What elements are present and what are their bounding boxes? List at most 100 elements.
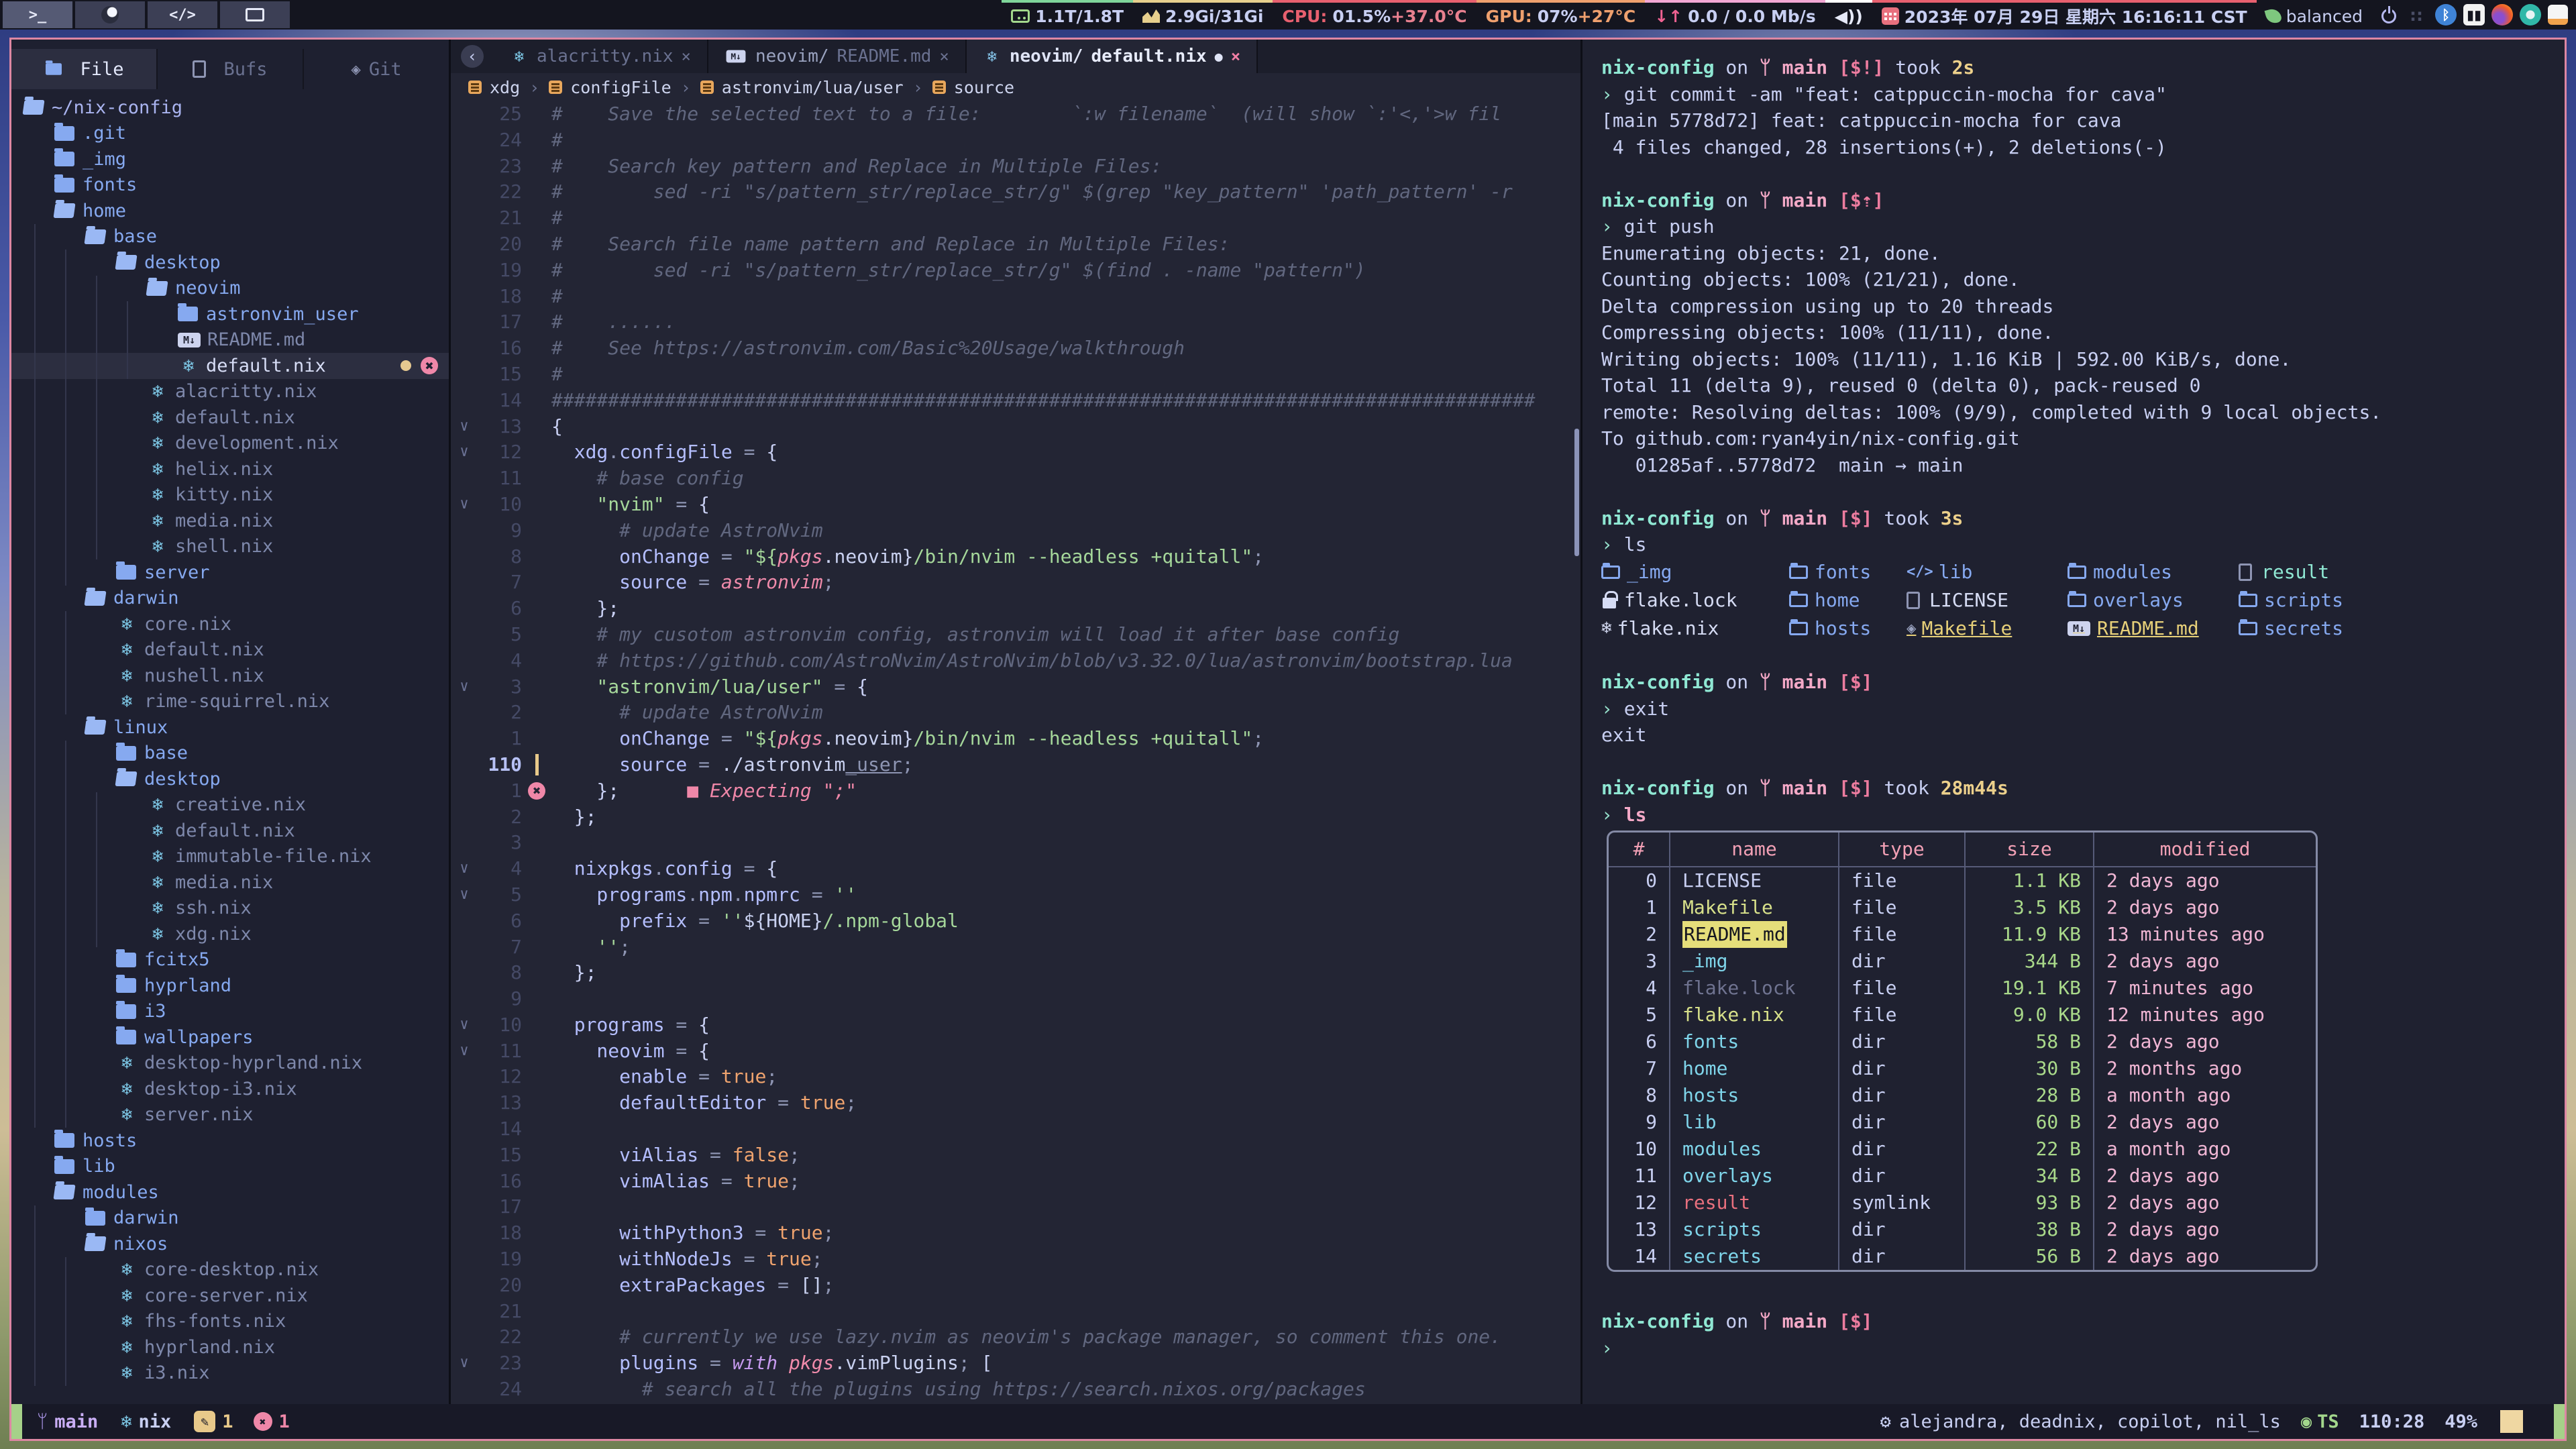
terminal-line: › ls xyxy=(1601,531,2565,558)
ls-entry[interactable]: _img xyxy=(1601,559,1789,586)
tree-item[interactable]: desktop xyxy=(11,250,449,276)
tree-item[interactable]: ❄kitty.nix xyxy=(11,482,449,508)
close-icon[interactable]: × xyxy=(1231,47,1240,66)
tree-item[interactable]: ❄default.nix xyxy=(11,405,449,431)
tree-item[interactable]: ❄hyprland.nix xyxy=(11,1334,449,1360)
ls-entry[interactable]: flake.lock xyxy=(1601,587,1789,614)
breadcrumb-item[interactable]: source xyxy=(932,78,1014,97)
tree-item[interactable]: ❄shell.nix xyxy=(11,534,449,560)
tree-item[interactable]: ❄core-server.nix xyxy=(11,1283,449,1309)
volume-control[interactable]: ◀)) xyxy=(1825,0,1872,30)
ls-entry[interactable]: ◈Makefile xyxy=(1907,615,2068,642)
sidebar-tab-git[interactable]: ◈Git xyxy=(304,49,449,89)
editor-scrollbar[interactable] xyxy=(1574,429,1579,556)
tree-item[interactable]: ❄media.nix xyxy=(11,869,449,896)
battery-icon[interactable] xyxy=(2548,5,2568,25)
breadcrumb-item[interactable]: xdg xyxy=(468,78,520,97)
bluetooth-icon[interactable]: ᛒ xyxy=(2435,4,2457,25)
tree-item[interactable]: neovim xyxy=(11,276,449,302)
tree-item[interactable]: darwin xyxy=(11,1205,449,1232)
ls-entry[interactable]: overlays xyxy=(2068,587,2239,614)
tree-item[interactable]: base xyxy=(11,741,449,767)
tree-item[interactable]: _img xyxy=(11,146,449,172)
editor-tab-alacritty.nix[interactable]: ❄alacritty.nix× xyxy=(494,40,708,73)
tree-item[interactable]: ❄ssh.nix xyxy=(11,896,449,922)
ls-entry[interactable]: home xyxy=(1789,587,1907,614)
tree-item[interactable]: ❄server.nix xyxy=(11,1102,449,1128)
firefox-nightly-icon[interactable] xyxy=(2491,4,2513,25)
code-area[interactable]: 25# Save the selected text to a file: `:… xyxy=(451,101,1580,1404)
monitor-icon xyxy=(246,8,264,21)
ls-entry[interactable]: ❄flake.nix xyxy=(1601,615,1789,642)
sidebar-tab-file[interactable]: File xyxy=(11,49,158,89)
tree-item[interactable]: ❄desktop-hyprland.nix xyxy=(11,1051,449,1077)
tree-item[interactable]: i3 xyxy=(11,999,449,1025)
power-button[interactable] xyxy=(2372,0,2406,30)
tree-item[interactable]: wallpapers xyxy=(11,1024,449,1051)
tree-item[interactable]: fcitx5 xyxy=(11,947,449,973)
tree-item[interactable]: server xyxy=(11,559,449,586)
editor-tab-default.nix[interactable]: ❄neovim/default.nix●× xyxy=(967,40,1258,73)
terminal-pane[interactable]: nix-config on ᛘ main [$!] took 2s› git c… xyxy=(1582,40,2565,1404)
ls-entry[interactable]: hosts xyxy=(1789,615,1907,642)
tree-item[interactable]: darwin xyxy=(11,586,449,612)
workspace-terminal-button[interactable]: >_ xyxy=(3,1,72,28)
tree-item[interactable]: ❄xdg.nix xyxy=(11,921,449,947)
tree-item[interactable]: fonts xyxy=(11,172,449,199)
editor-tab-README.md[interactable]: M↓neovim/README.md× xyxy=(708,40,967,73)
tree-item[interactable]: nixos xyxy=(11,1231,449,1257)
ls-entry[interactable]: scripts xyxy=(2239,587,2565,614)
workspace-code-button[interactable]: </> xyxy=(148,1,217,28)
ls-entry[interactable]: LICENSE xyxy=(1907,587,2068,614)
cpu-temp: +37.0°C xyxy=(1391,7,1466,26)
code-line: 24 # search all the plugins using https:… xyxy=(451,1377,1580,1403)
bufferline-back-button[interactable]: ‹ xyxy=(451,40,494,73)
tree-item[interactable]: ❄media.nix xyxy=(11,508,449,534)
close-icon[interactable]: × xyxy=(682,47,691,66)
tree-item[interactable]: ❄development.nix xyxy=(11,431,449,457)
app-tray-icon[interactable] xyxy=(2520,4,2541,25)
tree-item[interactable]: ❄rime-squirrel.nix xyxy=(11,689,449,715)
ls-entry[interactable]: secrets xyxy=(2239,615,2565,642)
tree-item[interactable]: ❄immutable-file.nix xyxy=(11,844,449,870)
tree-item[interactable]: ❄default.nix✖ xyxy=(11,353,449,379)
tree-item[interactable]: linux xyxy=(11,714,449,741)
sidebar-tab-bufs[interactable]: Bufs xyxy=(158,49,304,89)
workspace-display-button[interactable] xyxy=(220,1,290,28)
ls-entry[interactable]: M↓README.md xyxy=(2068,615,2239,642)
tree-item[interactable]: lib xyxy=(11,1154,449,1180)
tree-item[interactable]: .git xyxy=(11,121,449,147)
tree-item[interactable]: ❄desktop-i3.nix xyxy=(11,1076,449,1102)
input-method-icon[interactable]: ▮▮ xyxy=(2463,4,2485,25)
power-profile[interactable]: balanced xyxy=(2257,0,2372,30)
close-icon[interactable]: × xyxy=(939,47,949,66)
ls-entry[interactable]: </>lib xyxy=(1907,559,2068,586)
ls-entry[interactable]: modules xyxy=(2068,559,2239,586)
tree-item[interactable]: ❄fhs-fonts.nix xyxy=(11,1309,449,1335)
tree-item[interactable]: ❄core.nix xyxy=(11,611,449,637)
tree-item[interactable]: base xyxy=(11,224,449,250)
workspace-browser-button[interactable] xyxy=(75,1,145,28)
tree-item[interactable]: ❄core-desktop.nix xyxy=(11,1257,449,1283)
ls-entry[interactable]: result xyxy=(2239,559,2565,586)
breadcrumb-item[interactable]: configFile xyxy=(549,78,672,97)
tree-item[interactable]: astronvim_user xyxy=(11,301,449,327)
tree-item[interactable]: ❄creative.nix xyxy=(11,792,449,818)
tree-item[interactable]: M↓README.md xyxy=(11,327,449,354)
tree-item[interactable]: home xyxy=(11,198,449,224)
tree-item[interactable]: modules xyxy=(11,1179,449,1205)
tree-item[interactable]: ❄alacritty.nix xyxy=(11,379,449,405)
tree-item-label: nushell.nix xyxy=(144,665,264,686)
ls-entry[interactable]: fonts xyxy=(1789,559,1907,586)
tree-item[interactable]: ❄i3.nix xyxy=(11,1360,449,1387)
tree-item[interactable]: hyprland xyxy=(11,973,449,999)
tree-item[interactable]: ❄helix.nix xyxy=(11,456,449,482)
tree-item[interactable]: ❄default.nix xyxy=(11,637,449,663)
tree-item[interactable]: desktop xyxy=(11,766,449,792)
tree-item[interactable]: ❄nushell.nix xyxy=(11,663,449,689)
breadcrumb-item[interactable]: astronvim/lua/user xyxy=(700,78,904,97)
code-line: 11 # base config xyxy=(451,466,1580,492)
tree-item[interactable]: hosts xyxy=(11,1128,449,1154)
tree-item[interactable]: ❄default.nix xyxy=(11,818,449,844)
tree-item[interactable]: ~/nix-config xyxy=(11,95,449,121)
